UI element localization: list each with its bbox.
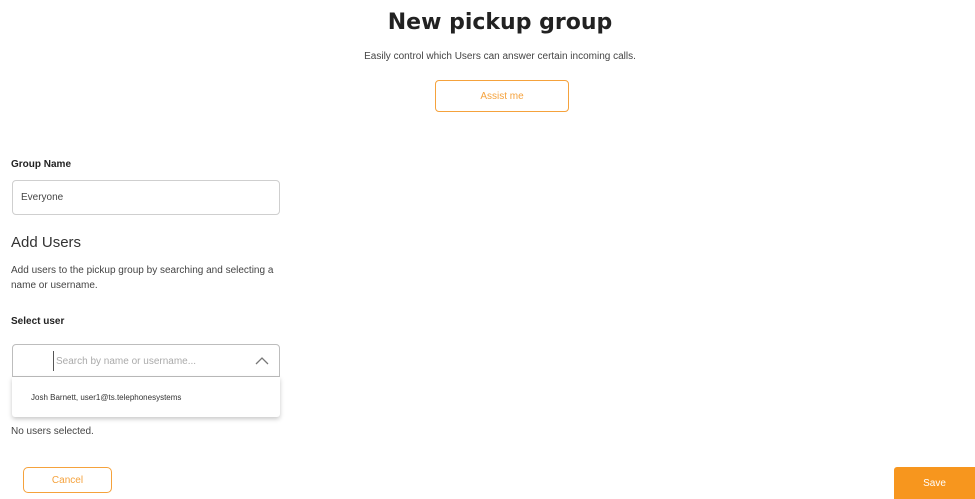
page-header: New pickup group Easily control which Us… — [0, 8, 975, 64]
page-subtitle: Easily control which Users can answer ce… — [364, 51, 636, 62]
select-user-label: Select user — [11, 316, 65, 327]
selection-status: No users selected. — [11, 426, 94, 437]
group-name-input[interactable] — [12, 180, 280, 215]
user-option[interactable]: Josh Barnett, user1@ts.telephonesystems — [12, 377, 280, 417]
add-users-heading: Add Users — [11, 234, 82, 251]
add-users-description: Add users to the pickup group by searchi… — [11, 265, 274, 291]
select-user-combobox[interactable] — [12, 344, 280, 377]
chevron-up-icon[interactable] — [255, 355, 269, 367]
page-title: New pickup group — [387, 10, 613, 35]
new-pickup-group-page: New pickup group Easily control which Us… — [0, 0, 975, 499]
group-name-label: Group Name — [11, 159, 72, 170]
user-dropdown-list: Josh Barnett, user1@ts.telephonesystems — [12, 377, 280, 417]
assist-me-button[interactable]: Assist me — [435, 80, 569, 112]
save-button[interactable]: Save — [894, 467, 975, 499]
cancel-button[interactable]: Cancel — [23, 467, 112, 493]
user-search-input[interactable] — [53, 351, 246, 371]
